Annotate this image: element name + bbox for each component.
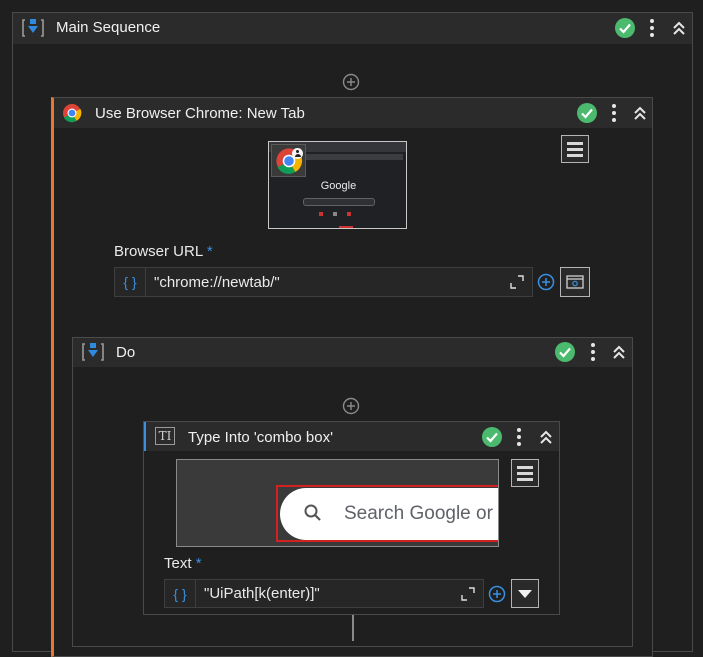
required-mark: * — [195, 555, 202, 572]
target-element-screenshot[interactable]: Search Google or — [176, 459, 499, 547]
add-activity-icon[interactable] — [342, 73, 360, 91]
expression-editor-button[interactable]: { } — [115, 268, 146, 296]
sequence-icon — [82, 343, 104, 361]
text-label: Text * — [164, 555, 202, 572]
chrome-badge — [271, 144, 306, 177]
use-browser-title: Use Browser Chrome: New Tab — [95, 105, 305, 122]
browser-url-label: Browser URL * — [114, 243, 213, 260]
collapse-icon[interactable] — [671, 20, 687, 36]
do-sequence-header[interactable] — [73, 338, 632, 367]
more-options-icon[interactable] — [590, 343, 596, 361]
success-check-icon — [615, 18, 635, 38]
browser-url-value[interactable]: "chrome://newtab/" — [146, 274, 510, 291]
text-input-value[interactable]: "UiPath[k(enter)]" — [196, 585, 461, 602]
success-check-icon — [482, 427, 502, 447]
success-check-icon — [555, 342, 575, 362]
type-into-icon: TI — [155, 427, 175, 445]
options-menu-button[interactable] — [511, 459, 539, 487]
add-variable-icon[interactable] — [488, 585, 506, 603]
text-input-field[interactable]: { } "UiPath[k(enter)]" — [164, 579, 484, 608]
more-options-icon[interactable] — [611, 104, 617, 122]
chrome-icon — [63, 104, 82, 123]
google-logo-text: Google — [320, 180, 357, 192]
options-menu-button[interactable] — [561, 135, 589, 163]
browser-window-icon — [566, 275, 584, 289]
profile-badge-icon — [292, 148, 303, 159]
connector-line — [352, 615, 354, 641]
sequence-icon — [22, 19, 44, 37]
more-options-icon[interactable] — [649, 19, 655, 37]
chevron-down-icon — [518, 590, 532, 598]
collapse-icon[interactable] — [632, 105, 648, 121]
required-mark: * — [206, 243, 213, 260]
type-into-title: Type Into 'combo box' — [188, 429, 333, 446]
expand-icon[interactable] — [461, 586, 475, 601]
expression-editor-button[interactable]: { } — [165, 580, 196, 607]
search-placeholder-text: Search Google or — [344, 503, 493, 524]
collapse-icon[interactable] — [611, 344, 627, 360]
browser-url-field[interactable]: { } "chrome://newtab/" — [114, 267, 533, 297]
add-variable-icon[interactable] — [537, 273, 555, 291]
search-icon — [304, 504, 321, 521]
expand-icon[interactable] — [510, 275, 524, 289]
more-options-icon[interactable] — [516, 428, 522, 446]
success-check-icon — [577, 103, 597, 123]
collapse-icon[interactable] — [538, 429, 554, 445]
main-sequence-title: Main Sequence — [56, 19, 161, 36]
add-activity-icon[interactable] — [342, 397, 360, 415]
special-keys-dropdown[interactable] — [511, 579, 539, 608]
browser-picker-button[interactable] — [560, 267, 590, 297]
do-sequence-title: Do — [116, 344, 136, 361]
